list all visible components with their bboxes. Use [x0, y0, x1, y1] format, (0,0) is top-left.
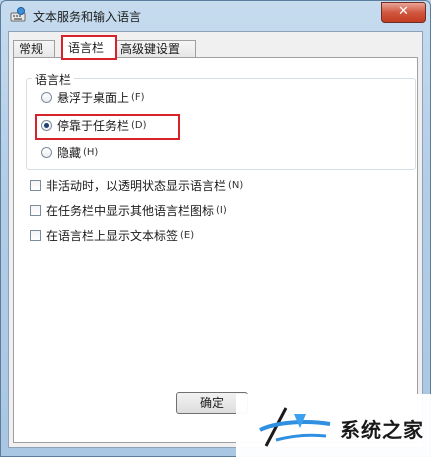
checkbox-hotkey: (E) — [180, 229, 195, 241]
dialog-client-area: 常规 语言栏 高级键设置 语言栏 悬浮于桌面上 (F) 停靠于任务栏 (D) 隐… — [8, 31, 423, 448]
keyboard-globe-icon — [10, 7, 26, 22]
tab-language-bar[interactable]: 语言栏 — [61, 35, 117, 60]
radio-label: 停靠于任务栏 — [57, 118, 130, 133]
radio-hotkey: (F) — [131, 91, 145, 103]
groupbox-legend: 语言栏 — [32, 71, 75, 88]
dialog-window: 文本服务和输入语言 ✕ 常规 语言栏 高级键设置 语言栏 悬浮于桌面上 (F) — [0, 0, 431, 457]
checkbox-hotkey: (N) — [228, 179, 244, 191]
radio-button-icon[interactable] — [41, 119, 52, 131]
title-bar[interactable]: 文本服务和输入语言 ✕ — [1, 1, 430, 29]
checkbox-transparent-when-inactive[interactable]: 非活动时，以透明状态显示语言栏 (N) — [30, 176, 243, 194]
watermark-text: 系统之家 — [340, 418, 424, 442]
language-bar-tab-panel: 语言栏 悬浮于桌面上 (F) 停靠于任务栏 (D) 隐藏 (H) 非活动时，以透… — [13, 57, 418, 443]
radio-hidden[interactable]: 隐藏 (H) — [41, 143, 98, 161]
checkbox-label: 在语言栏上显示文本标签 — [46, 228, 179, 243]
radio-label: 悬浮于桌面上 — [57, 90, 130, 105]
checkbox-icon[interactable] — [30, 204, 41, 216]
checkbox-icon[interactable] — [30, 229, 41, 241]
radio-hotkey: (H) — [83, 146, 99, 158]
window-title: 文本服务和输入语言 — [33, 10, 142, 24]
checkbox-show-extra-icons[interactable]: 在任务栏中显示其他语言栏图标 (I) — [30, 201, 227, 219]
tab-language-bar-label: 语言栏 — [68, 41, 105, 55]
radio-button-icon[interactable] — [41, 146, 52, 158]
checkbox-label: 非活动时，以透明状态显示语言栏 — [46, 178, 227, 193]
radio-float-on-desktop[interactable]: 悬浮于桌面上 (F) — [41, 88, 145, 106]
tab-advanced-key-settings-label: 高级键设置 — [120, 42, 181, 56]
radio-dock-in-taskbar[interactable]: 停靠于任务栏 (D) — [41, 116, 147, 134]
watermark-logo-icon — [259, 407, 331, 447]
checkbox-label: 在任务栏中显示其他语言栏图标 — [46, 203, 215, 218]
checkbox-hotkey: (I) — [216, 204, 227, 216]
radio-button-icon[interactable] — [41, 91, 52, 103]
tab-advanced-key-settings[interactable]: 高级键设置 — [114, 40, 196, 58]
close-icon: ✕ — [398, 4, 409, 19]
tab-general-label: 常规 — [19, 42, 44, 56]
checkbox-icon[interactable] — [30, 179, 41, 191]
radio-hotkey: (D) — [131, 119, 147, 131]
radio-label: 隐藏 — [57, 145, 82, 160]
close-button[interactable]: ✕ — [381, 2, 426, 23]
site-watermark: 系统之家 — [236, 394, 431, 457]
checkbox-show-text-labels[interactable]: 在语言栏上显示文本标签 (E) — [30, 226, 194, 244]
tab-strip: 常规 语言栏 高级键设置 — [13, 35, 418, 60]
language-bar-groupbox: 语言栏 悬浮于桌面上 (F) 停靠于任务栏 (D) 隐藏 (H) — [26, 71, 416, 170]
tab-general[interactable]: 常规 — [13, 40, 55, 58]
